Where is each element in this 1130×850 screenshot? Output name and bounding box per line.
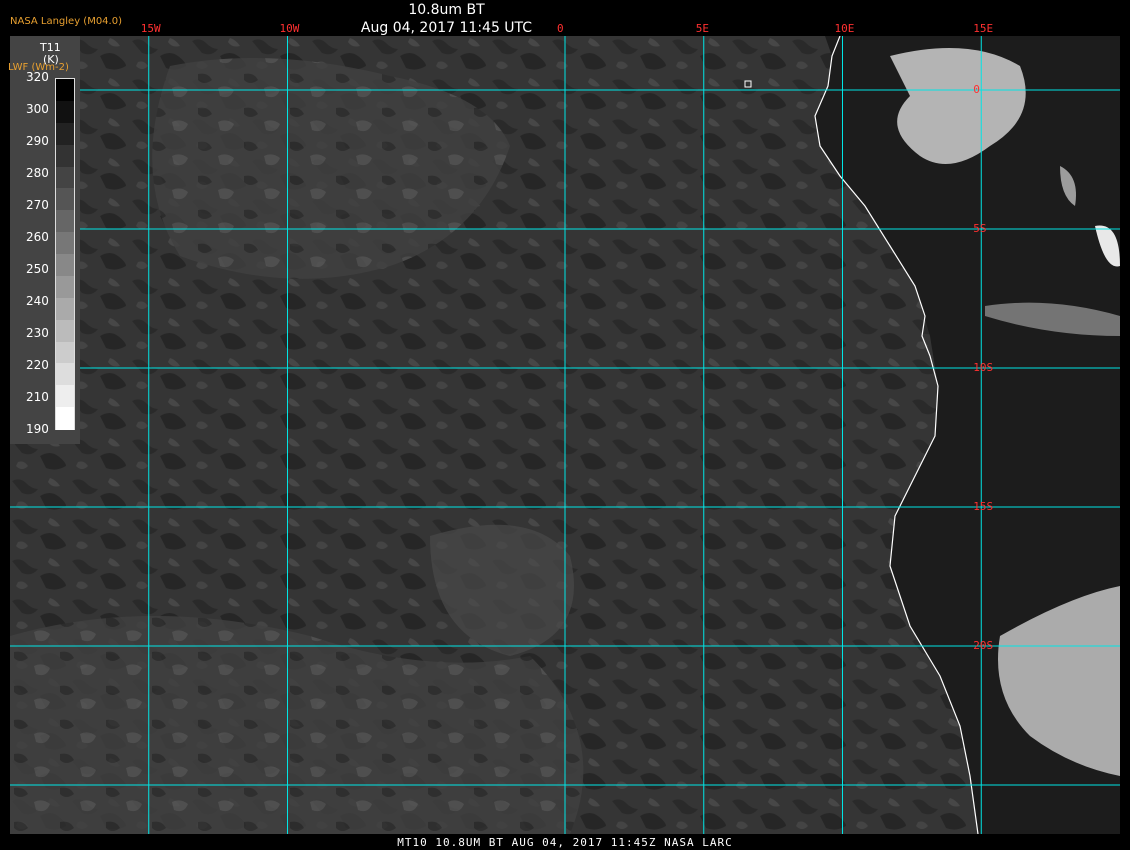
legend-swatch: [56, 100, 74, 124]
header-bar: NASA Langley (M04.0) 10.8um BT Aug 04, 2…: [0, 0, 1130, 36]
legend-swatch: [56, 407, 74, 430]
legend-swatch: [56, 275, 74, 299]
latitude-label: 15S: [973, 500, 994, 513]
legend-tick-label: 210: [26, 390, 49, 404]
footer-bar: MT10 10.8UM BT AUG 04, 2017 11:45Z NASA …: [0, 834, 1130, 850]
legend-swatch: [56, 319, 74, 342]
legend-tick-label: 190: [26, 422, 49, 436]
map-canvas: [10, 36, 1120, 834]
satellite-map[interactable]: [10, 36, 1120, 834]
legend-swatch: [56, 341, 74, 364]
legend-swatch: [56, 188, 74, 211]
legend-tick-label: 300: [26, 102, 49, 116]
legend-tick-label: 240: [26, 294, 49, 308]
legend-swatch: [56, 363, 74, 386]
longitude-label: 10W: [279, 22, 300, 35]
legend-tick-label: 260: [26, 230, 49, 244]
image-timestamp: Aug 04, 2017 11:45 UTC: [360, 20, 533, 36]
legend-tick-label: 230: [26, 326, 49, 340]
legend-swatch: [56, 385, 74, 408]
latitude-label: 5S: [973, 222, 987, 235]
legend-tick-label: 220: [26, 358, 49, 372]
legend-swatch: [56, 297, 74, 321]
longitude-label: 15W: [140, 22, 161, 35]
legend-tick-label: 250: [26, 262, 49, 276]
latitude-label: 20S: [973, 639, 994, 652]
longitude-label: 0: [557, 22, 564, 35]
image-title: 10.8um BT: [408, 2, 485, 18]
longitude-label: 15E: [973, 22, 994, 35]
legend-swatch: [56, 232, 74, 255]
longitude-label: 10E: [834, 22, 855, 35]
latitude-label: 0: [973, 83, 980, 96]
legend-tick-label: 320: [26, 70, 49, 84]
legend-colorbar: [55, 78, 75, 430]
legend-swatch: [56, 166, 74, 189]
legend-swatch: [56, 79, 74, 102]
legend-swatch: [56, 210, 74, 233]
legend-swatch: [56, 122, 74, 146]
legend-swatch: [56, 254, 74, 277]
legend-tick-label: 290: [26, 134, 49, 148]
longitude-label: 5E: [695, 22, 709, 35]
footer-caption: MT10 10.8UM BT AUG 04, 2017 11:45Z NASA …: [397, 836, 733, 849]
legend-tick-label: 280: [26, 166, 49, 180]
legend-swatch: [56, 144, 74, 167]
legend-tick-label: 270: [26, 198, 49, 212]
latitude-label: 10S: [973, 361, 994, 374]
